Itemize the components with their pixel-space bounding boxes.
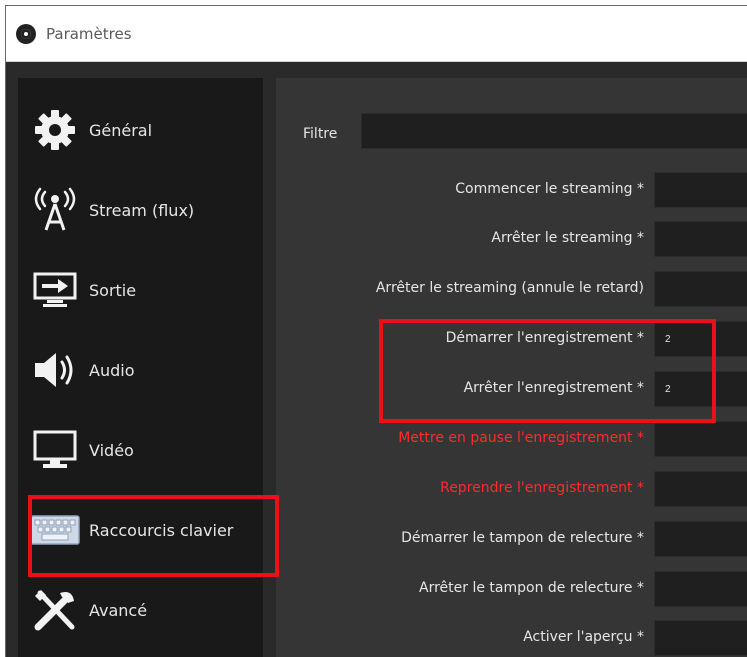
- sidebar-item-audio[interactable]: Audio: [18, 330, 263, 410]
- hotkey-input-stop-replay-buffer[interactable]: [654, 571, 747, 607]
- hotkey-input-start-streaming[interactable]: [654, 172, 747, 208]
- hotkey-input-stop-recording[interactable]: [654, 371, 747, 407]
- hotkey-label-stop-recording: Arrêter l'enregistrement *: [463, 380, 644, 396]
- sidebar-item-label: Général: [89, 120, 153, 140]
- sidebar-item-label: Audio: [89, 360, 135, 380]
- sidebar-item-general[interactable]: Général: [18, 90, 263, 170]
- sidebar-item-label: Avancé: [89, 600, 148, 620]
- filter-label: Filtre: [303, 126, 338, 142]
- sidebar-item-label: Stream (flux): [89, 200, 195, 220]
- antenna-icon: [27, 182, 83, 238]
- hotkey-label-stop-replay-buffer: Arrêter le tampon de relecture *: [419, 580, 644, 596]
- sidebar-item-stream[interactable]: Stream (flux): [18, 170, 263, 250]
- hotkey-label-stop-streaming-discard-delay: Arrêter le streaming (annule le retard): [375, 280, 644, 296]
- output-icon: [27, 262, 83, 318]
- hotkey-label-start-recording: Démarrer l'enregistrement *: [445, 330, 644, 346]
- sidebar-item-label: Raccourcis clavier: [89, 520, 234, 540]
- obs-logo-icon: [16, 23, 36, 44]
- hotkey-input-resume-recording[interactable]: [654, 471, 747, 507]
- hotkey-input-start-replay-buffer[interactable]: [654, 521, 747, 557]
- hotkey-label-enable-preview: Activer l'aperçu *: [523, 629, 644, 645]
- sidebar-item-video[interactable]: Vidéo: [18, 410, 263, 490]
- hotkey-input-start-recording[interactable]: [654, 321, 747, 357]
- hotkey-input-stop-streaming[interactable]: [654, 221, 747, 257]
- hotkey-label-start-replay-buffer: Démarrer le tampon de relecture *: [401, 530, 644, 546]
- tools-icon: [27, 582, 83, 638]
- sidebar-item-output[interactable]: Sortie: [18, 250, 263, 330]
- hotkey-input-enable-preview[interactable]: [654, 620, 747, 656]
- filter-input[interactable]: [361, 113, 747, 149]
- monitor-icon: [27, 422, 83, 478]
- hotkey-label-resume-recording: Reprendre l'enregistrement *: [440, 480, 644, 496]
- title-bar: Paramètres: [6, 6, 747, 62]
- settings-window: Paramètres Général Stream (flux) Sortie …: [5, 5, 747, 657]
- sidebar-item-hotkeys[interactable]: Raccourcis clavier: [18, 490, 263, 570]
- sidebar-item-label: Vidéo: [89, 440, 134, 460]
- settings-sidebar: Général Stream (flux) Sortie Audio Vidéo…: [18, 78, 263, 657]
- hotkey-input-pause-recording[interactable]: [654, 421, 747, 457]
- sidebar-item-label: Sortie: [89, 280, 137, 300]
- window-title: Paramètres: [46, 24, 132, 43]
- hotkey-label-stop-streaming: Arrêter le streaming *: [491, 230, 644, 246]
- gear-icon: [27, 102, 83, 158]
- speaker-icon: [27, 342, 83, 398]
- hotkey-label-pause-recording: Mettre en pause l'enregistrement *: [398, 430, 644, 446]
- keyboard-icon: [27, 502, 83, 558]
- hotkey-input-stop-streaming-discard-delay[interactable]: [654, 271, 747, 307]
- hotkeys-panel: Filtre Commencer le streaming * Arrêter …: [276, 78, 747, 657]
- hotkey-label-start-streaming: Commencer le streaming *: [455, 181, 644, 197]
- sidebar-item-advanced[interactable]: Avancé: [18, 570, 263, 650]
